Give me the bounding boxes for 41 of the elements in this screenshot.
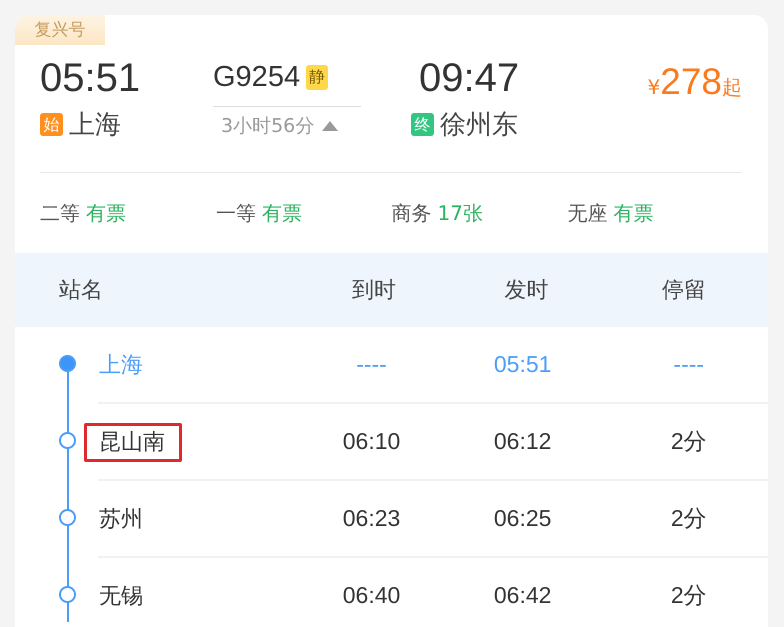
departure-cell-text: 06:12 xyxy=(492,428,552,455)
stay-cell-text: 2分 xyxy=(670,427,708,456)
station-name: 上海 xyxy=(98,352,144,380)
seat-class: 二等 xyxy=(40,200,80,224)
departure-time: 05:51 xyxy=(40,55,142,101)
stay-cell-text: 2分 xyxy=(670,504,708,533)
column-header: 到时 xyxy=(351,276,397,304)
column-header: 停留 xyxy=(661,276,707,304)
price-suffix: 起 xyxy=(722,74,742,101)
duration-text: 3小时56分 xyxy=(221,114,314,139)
departure-cell-text: 06:25 xyxy=(492,505,552,532)
train-type-tag: 复兴号 xyxy=(15,15,105,45)
seat-class: 商务 xyxy=(392,200,432,224)
seat-availability: 17张 xyxy=(438,200,483,224)
seat-class: 一等 xyxy=(216,200,256,224)
seat-class: 无座 xyxy=(567,200,608,224)
departure-cell-text: 05:51 xyxy=(492,351,552,378)
arrival-cell-text: 06:23 xyxy=(342,505,402,532)
terminal-tag: 终 xyxy=(411,113,434,136)
seat-availability: 有票 xyxy=(613,200,654,224)
train-number: G9254 xyxy=(213,61,300,94)
station-name: 无锡 xyxy=(98,582,144,610)
stay-cell-text: ---- xyxy=(672,351,706,378)
origin-tag: 始 xyxy=(40,113,63,136)
departure-cell-text: 06:42 xyxy=(492,582,552,609)
column-header: 发时 xyxy=(504,276,550,304)
currency-symbol: ¥ xyxy=(648,75,660,99)
quiet-badge: 静 xyxy=(306,65,328,90)
seat-availability: 有票 xyxy=(86,200,126,224)
arrival-cell-text: ---- xyxy=(355,351,388,378)
stay-cell-text: 2分 xyxy=(670,581,708,610)
departure-station: 上海 xyxy=(69,109,121,142)
station-name: 昆山南 xyxy=(84,422,182,462)
column-header: 站名 xyxy=(59,276,104,304)
station-name: 苏州 xyxy=(98,506,144,534)
arrival-time: 09:47 xyxy=(419,55,520,101)
arrival-cell-text: 06:40 xyxy=(342,582,402,609)
arrival-station: 徐州东 xyxy=(440,109,518,142)
arrival-cell-text: 06:10 xyxy=(342,428,402,455)
seat-availability: 有票 xyxy=(262,200,302,224)
price-amount: 278 xyxy=(660,61,722,103)
